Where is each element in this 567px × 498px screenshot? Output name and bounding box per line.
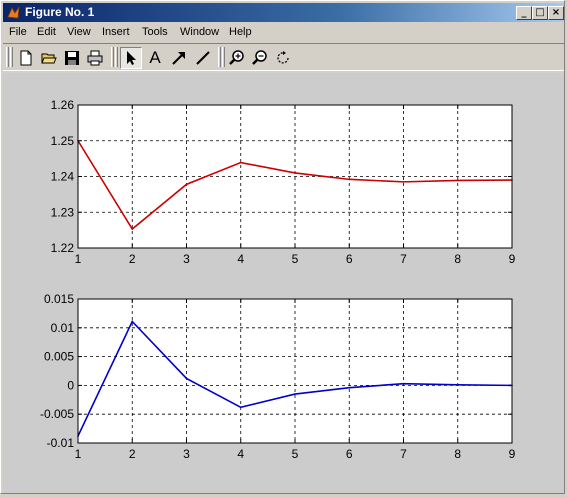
y-tick-label: 1.24 <box>51 170 75 184</box>
open-file-button[interactable] <box>38 47 60 69</box>
toolbar-grip[interactable] <box>6 47 9 67</box>
x-tick-label: 7 <box>400 252 407 266</box>
menu-edit[interactable]: Edit <box>37 26 56 38</box>
figure-window: Figure No. 1 _ □ × File Edit View Insert… <box>0 0 565 494</box>
new-file-icon <box>20 50 32 66</box>
x-tick-label: 2 <box>129 447 136 461</box>
select-arrow-icon <box>127 51 136 65</box>
x-tick-label: 3 <box>183 252 190 266</box>
data-point <box>239 406 242 409</box>
y-tick-label: 1.22 <box>51 241 75 255</box>
data-point <box>456 384 459 386</box>
menu-view[interactable]: View <box>67 26 91 38</box>
x-tick-label: 9 <box>509 447 516 461</box>
y-tick-label: 0.005 <box>44 350 74 364</box>
print-icon <box>87 50 103 66</box>
x-tick-label: 1 <box>75 447 82 461</box>
insert-arrow-button[interactable] <box>168 47 190 69</box>
zoom-in-icon <box>229 50 244 65</box>
insert-text-icon: A <box>149 48 161 67</box>
axes-2: 1 2 3 4 5 6 7 8 9 -0.01 -0.005 0 0.005 0.01 0.015 <box>40 292 516 461</box>
data-point <box>348 178 351 181</box>
x-tick-label: 5 <box>292 447 299 461</box>
data-point <box>185 377 188 380</box>
save-icon <box>65 51 79 65</box>
y-tick-label: 1.23 <box>51 205 75 219</box>
matlab-logo-icon <box>7 6 20 19</box>
zoom-out-button[interactable] <box>249 47 271 69</box>
data-point <box>239 161 242 164</box>
toolbar-separator <box>222 47 225 67</box>
data-point <box>402 181 405 183</box>
x-tick-label: 8 <box>454 252 461 266</box>
x-tick-label: 5 <box>292 252 299 266</box>
y-tick-label: 0 <box>67 378 74 392</box>
window-title: Figure No. 1 <box>25 5 95 19</box>
data-point <box>131 320 134 323</box>
insert-arrow-icon <box>172 52 185 65</box>
plot-canvas: 1 2 3 4 5 6 7 8 9 1.22 1.23 1.24 1.25 1.26 1 2 3 4 5 6 7 8 9 -0… <box>40 98 516 461</box>
open-folder-icon <box>41 53 57 64</box>
title-bar[interactable]: Figure No. 1 _ □ × <box>3 3 564 22</box>
y-tick-label: 0.01 <box>51 321 75 335</box>
toolbar-grip[interactable] <box>10 47 13 67</box>
y-tick-label: 0.015 <box>44 292 74 306</box>
x-tick-label: 2 <box>129 252 136 266</box>
zoom-in-button[interactable] <box>226 47 248 69</box>
figure-canvas[interactable]: 1 2 3 4 5 6 7 8 9 1.22 1.23 1.24 1.25 1.26 1 2 3 4 5 6 7 8 9 -0… <box>3 73 564 493</box>
y-tick-label: 1.26 <box>51 98 75 112</box>
zoom-out-icon <box>252 50 267 65</box>
x-tick-label: 6 <box>346 447 353 461</box>
y-tick-label: 1.25 <box>51 134 75 148</box>
close-button[interactable]: × <box>548 6 564 20</box>
new-file-button[interactable] <box>15 47 37 69</box>
x-tick-label: 4 <box>237 447 244 461</box>
rotate-3d-button[interactable] <box>272 47 294 69</box>
data-point <box>294 172 296 174</box>
x-tick-label: 1 <box>75 252 82 266</box>
menu-bar: File Edit View Insert Tools Window Help <box>3 24 564 42</box>
y-tick-label: -0.01 <box>47 436 75 450</box>
menu-help[interactable]: Help <box>229 26 252 38</box>
data-point <box>294 393 296 395</box>
insert-line-button[interactable] <box>192 47 214 69</box>
toolbar-separator <box>115 47 118 67</box>
x-tick-label: 6 <box>346 252 353 266</box>
x-tick-label: 4 <box>237 252 244 266</box>
data-point <box>348 386 351 389</box>
x-tick-label: 9 <box>509 252 516 266</box>
y-tick-label: -0.005 <box>40 407 74 421</box>
rotate-icon <box>277 51 289 64</box>
toolbar: A <box>3 43 564 71</box>
menu-window[interactable]: Window <box>180 26 219 38</box>
toolbar-separator <box>218 47 221 67</box>
x-tick-label: 3 <box>183 447 190 461</box>
axes-1: 1 2 3 4 5 6 7 8 9 1.22 1.23 1.24 1.25 1.26 <box>51 98 516 266</box>
insert-line-icon <box>196 51 210 65</box>
data-point <box>456 179 459 182</box>
save-button[interactable] <box>61 47 83 69</box>
menu-tools[interactable]: Tools <box>142 26 168 38</box>
minimize-button[interactable]: _ <box>516 6 532 20</box>
x-tick-label: 7 <box>400 447 407 461</box>
toolbar-separator <box>111 47 114 67</box>
data-point <box>185 183 188 186</box>
data-point <box>402 382 405 385</box>
print-button[interactable] <box>84 47 106 69</box>
data-point <box>131 228 134 230</box>
maximize-button[interactable]: □ <box>532 6 548 20</box>
menu-file[interactable]: File <box>9 26 27 38</box>
x-tick-label: 8 <box>454 447 461 461</box>
select-tool-button[interactable] <box>120 47 142 69</box>
insert-text-button[interactable]: A <box>144 47 166 69</box>
menu-insert[interactable]: Insert <box>102 26 130 38</box>
